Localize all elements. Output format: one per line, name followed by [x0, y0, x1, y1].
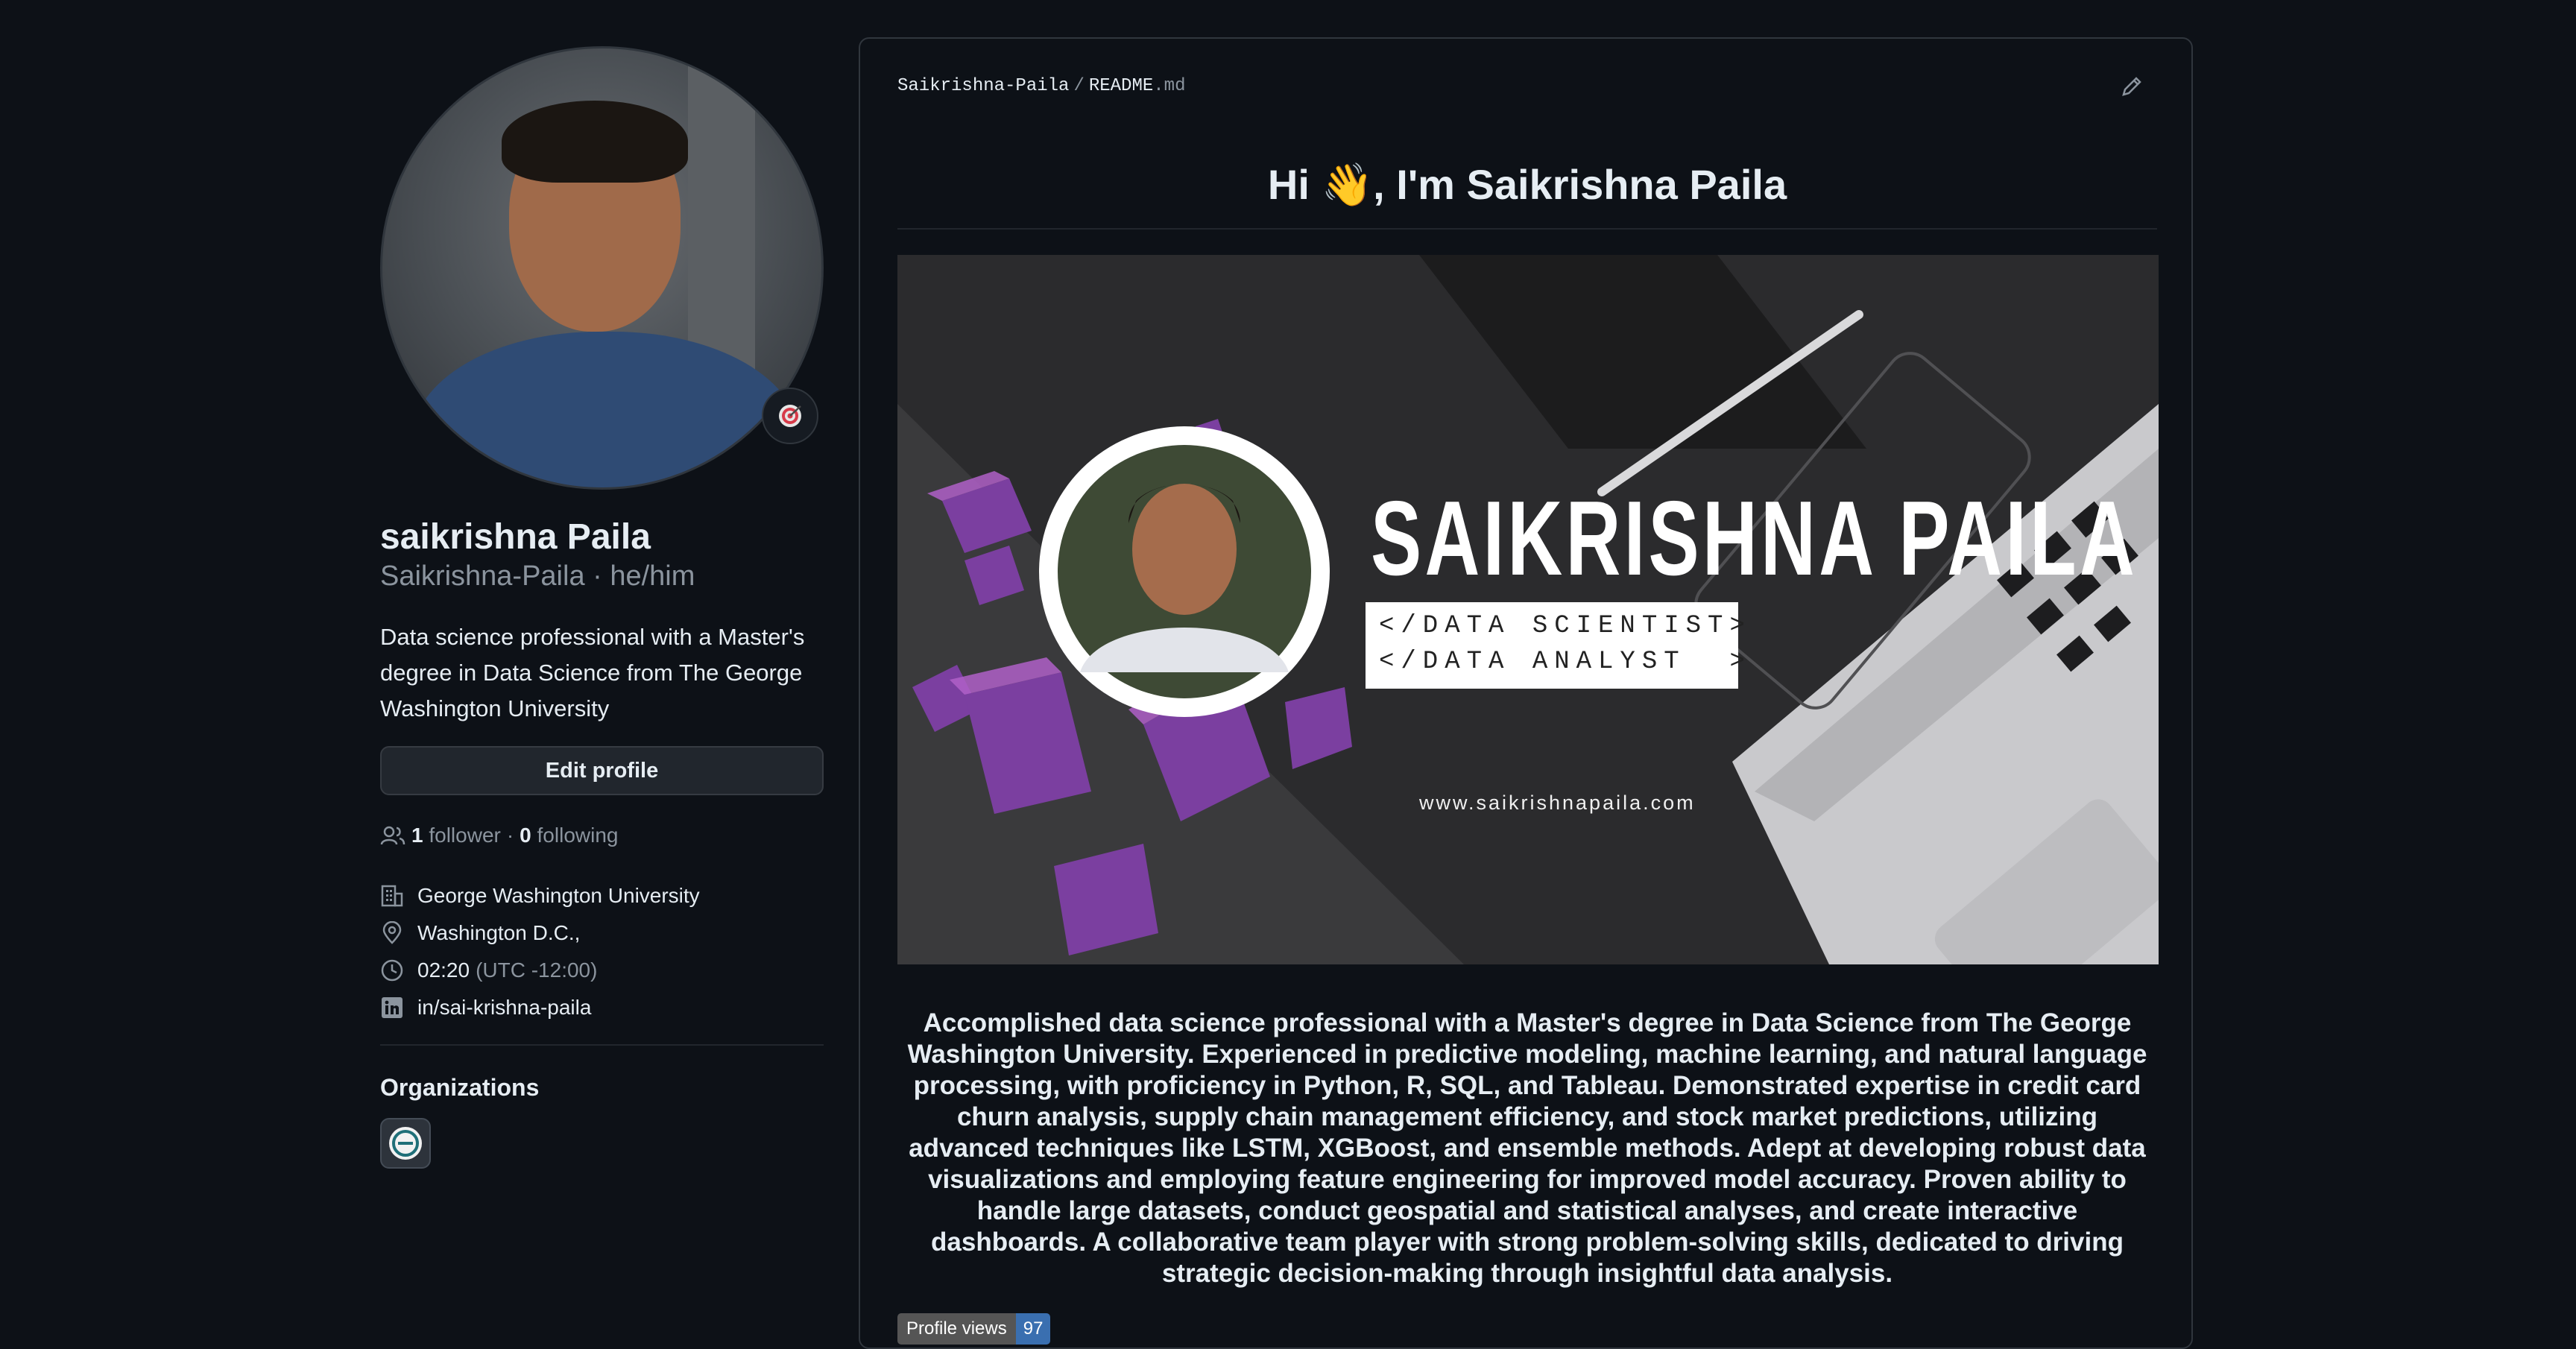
- profile-display-name: saikrishna Paila: [380, 517, 651, 557]
- company-row: George Washington University: [380, 877, 824, 914]
- organization-avatar[interactable]: [380, 1118, 431, 1169]
- following-label: following: [537, 824, 619, 847]
- readme-about-paragraph: Accomplished data science professional w…: [907, 1008, 2147, 1288]
- location-text: Washington D.C.,: [417, 921, 581, 945]
- avatar-background: [688, 63, 755, 376]
- follow-stats: 1 follower · 0 following: [380, 824, 824, 847]
- profile-sidebar: saikrishna Paila Saikrishna-Paila · he/h…: [380, 46, 824, 1169]
- target-emoji-icon: [779, 405, 801, 427]
- heading-rule: [897, 228, 2157, 230]
- linkedin-icon: [382, 997, 402, 1019]
- followers-count: 1: [411, 824, 423, 847]
- people-icon: [380, 827, 405, 845]
- avatar-hair: [502, 101, 688, 183]
- readme-card: Saikrishna-Paila / README.md Hi 👋, I'm Sai…: [859, 37, 2193, 1349]
- linkedin-row[interactable]: in/sai-krishna-paila: [380, 989, 824, 1026]
- breadcrumb-extension: .md: [1153, 76, 1186, 96]
- timezone: (UTC -12:00): [476, 958, 598, 982]
- profile-views-label: Profile views: [897, 1313, 1016, 1345]
- profile-views-badge: Profile views 97: [897, 1313, 1051, 1345]
- followers-label: follower: [429, 824, 501, 847]
- banner-url-text: www.saikrishnapaila.com: [1419, 792, 1696, 814]
- avatar[interactable]: [380, 46, 824, 490]
- organization-logo-icon: [389, 1127, 422, 1160]
- organizations-heading: Organizations: [380, 1074, 540, 1102]
- banner-roles-text: </DATA SCIENTIST> </DATA ANALYST >: [1366, 602, 1745, 689]
- readme-breadcrumb: Saikrishna-Paila / README.md: [897, 76, 1185, 96]
- location-row: Washington D.C.,: [380, 914, 824, 952]
- follow-separator: ·: [506, 824, 514, 847]
- profile-views-count: 97: [1015, 1313, 1051, 1345]
- breadcrumb-separator: /: [1073, 76, 1085, 96]
- profile-details: George Washington University Washington …: [380, 877, 824, 1026]
- company-text: George Washington University: [417, 884, 700, 908]
- followers-link[interactable]: 1 follower: [411, 824, 501, 847]
- readme-banner-image: SAIKRISHNA PAILA </DATA SCIENTIST> </DAT…: [897, 255, 2159, 964]
- profile-bio: Data science professional with a Master'…: [380, 624, 805, 722]
- following-count: 0: [520, 824, 531, 847]
- following-link[interactable]: 0 following: [520, 824, 618, 847]
- location-pin-icon: [382, 921, 402, 945]
- local-time: 02:20: [417, 958, 470, 982]
- edit-readme-button[interactable]: [2120, 75, 2144, 102]
- status-button[interactable]: [762, 388, 818, 444]
- sidebar-divider: [380, 1044, 824, 1046]
- organization-icon: [381, 885, 403, 907]
- profile-login-pronouns: Saikrishna-Paila · he/him: [380, 560, 695, 593]
- pencil-icon: [2122, 77, 2141, 96]
- readme-heading: Hi 👋, I'm Saikrishna Paila: [1267, 161, 1787, 208]
- breadcrumb-owner[interactable]: Saikrishna-Paila: [897, 76, 1069, 96]
- banner-name-text: SAIKRISHNA PAILA: [1371, 479, 2138, 598]
- avatar-container: [380, 46, 824, 490]
- time-row: 02:20 (UTC -12:00): [380, 952, 824, 989]
- clock-icon: [381, 960, 403, 982]
- linkedin-link[interactable]: in/sai-krishna-paila: [417, 996, 591, 1020]
- breadcrumb-file[interactable]: README: [1089, 76, 1153, 96]
- edit-profile-button[interactable]: Edit profile: [380, 746, 824, 796]
